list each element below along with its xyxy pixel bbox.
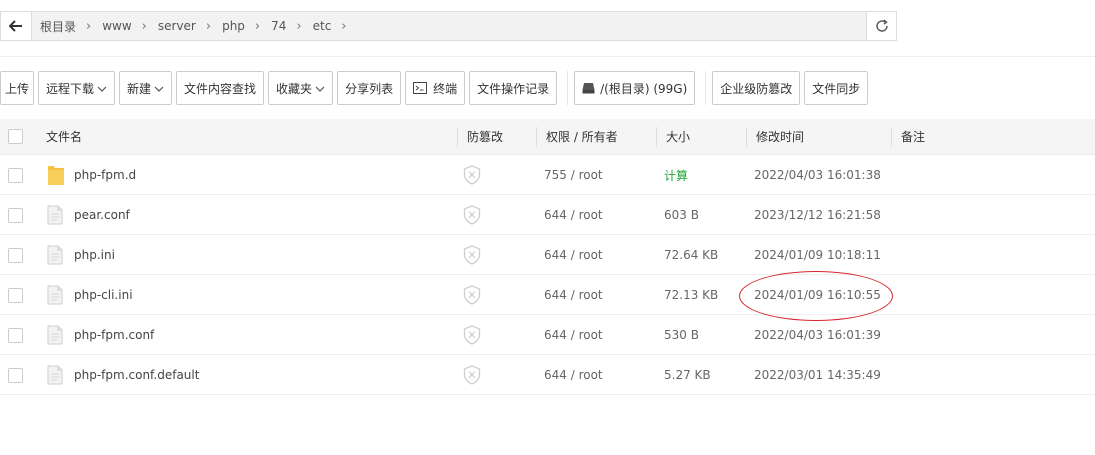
calculate-size-link[interactable]: 计算 bbox=[664, 155, 688, 195]
file-sync-button[interactable]: 文件同步 bbox=[804, 71, 869, 105]
row-checkbox[interactable] bbox=[8, 247, 23, 263]
tamper-shield-icon[interactable] bbox=[463, 195, 481, 235]
file-icon bbox=[47, 275, 63, 315]
breadcrumb-php[interactable]: php › bbox=[222, 19, 271, 34]
breadcrumb-74[interactable]: 74 › bbox=[271, 19, 312, 34]
terminal-button[interactable]: 终端 bbox=[405, 71, 466, 105]
header-note: 备注 bbox=[901, 130, 926, 144]
row-checkbox[interactable] bbox=[8, 167, 23, 183]
file-size: 530 B bbox=[664, 328, 699, 342]
disk-button[interactable]: /(根目录) (99G) bbox=[574, 71, 696, 105]
content-search-button[interactable]: 文件内容查找 bbox=[176, 71, 265, 105]
header-mtime[interactable]: 修改时间 bbox=[756, 119, 804, 154]
row-checkbox[interactable] bbox=[8, 287, 23, 303]
modified-time: 2024/01/09 16:10:55 bbox=[754, 288, 881, 302]
table-header: 文件名 防篡改 权限 / 所有者 大小 修改时间 备注 bbox=[0, 119, 1095, 155]
terminal-icon bbox=[413, 82, 428, 94]
table-row[interactable]: pear.conf 644 / root 603 B 2023/12/12 16:21… bbox=[0, 195, 1095, 235]
table-row[interactable]: php-cli.ini 644 / root 72.13 KB 2024/01/09 … bbox=[0, 275, 1095, 315]
tamper-shield-icon[interactable] bbox=[463, 235, 481, 275]
back-button[interactable] bbox=[0, 11, 31, 41]
toolbar-divider bbox=[567, 71, 569, 105]
file-size: 72.64 KB bbox=[664, 248, 719, 262]
file-name[interactable]: pear.conf bbox=[74, 195, 130, 235]
arrow-left-icon bbox=[9, 20, 22, 32]
file-icon bbox=[47, 315, 63, 355]
chevron-right-icon: › bbox=[141, 18, 147, 34]
breadcrumb-root[interactable]: 根目录 › bbox=[40, 18, 102, 35]
row-checkbox[interactable] bbox=[8, 207, 23, 223]
table-row[interactable]: php-fpm.conf 644 / root 530 B 2022/04/03 16… bbox=[0, 315, 1095, 355]
toolbar: 上传 远程下载 新建 文件内容查找 收藏夹 分享列表 终端 文件操作记录 /(根… bbox=[0, 71, 872, 105]
modified-time: 2024/01/09 10:18:11 bbox=[754, 248, 881, 262]
header-permission[interactable]: 权限 / 所有者 bbox=[546, 119, 618, 154]
header-divider bbox=[891, 127, 892, 147]
header-name[interactable]: 文件名 bbox=[46, 119, 82, 154]
new-button[interactable]: 新建 bbox=[119, 71, 173, 105]
header-size[interactable]: 大小 bbox=[666, 119, 690, 154]
table-row[interactable]: php-fpm.d 755 / root 计算 2022/04/03 16:01:38 bbox=[0, 155, 1095, 195]
file-name[interactable]: php-fpm.d bbox=[74, 155, 136, 195]
file-name[interactable]: php-fpm.conf.default bbox=[74, 355, 199, 395]
file-size: 72.13 KB bbox=[664, 288, 719, 302]
chevron-down-icon bbox=[97, 81, 107, 95]
share-list-button[interactable]: 分享列表 bbox=[337, 71, 402, 105]
file-icon bbox=[47, 235, 63, 275]
disk-icon bbox=[582, 83, 595, 94]
remote-download-button[interactable]: 远程下载 bbox=[38, 71, 116, 105]
permission-owner[interactable]: 644 / root bbox=[544, 315, 603, 355]
table-row[interactable]: php-fpm.conf.default 644 / root 5.27 KB 202… bbox=[0, 355, 1095, 395]
breadcrumb-etc[interactable]: etc › bbox=[313, 19, 358, 34]
refresh-button[interactable] bbox=[867, 11, 897, 41]
chevron-right-icon: › bbox=[254, 18, 261, 34]
modified-time: 2023/12/12 16:21:58 bbox=[754, 208, 881, 222]
file-icon bbox=[47, 195, 63, 235]
permission-owner[interactable]: 644 / root bbox=[544, 275, 603, 315]
chevron-down-icon bbox=[315, 81, 325, 95]
row-checkbox[interactable] bbox=[8, 327, 23, 343]
modified-time: 2022/04/03 16:01:39 bbox=[754, 328, 881, 342]
select-all-checkbox[interactable] bbox=[8, 129, 23, 144]
chevron-down-icon bbox=[154, 81, 164, 95]
tamper-shield-icon[interactable] bbox=[463, 155, 481, 195]
file-icon bbox=[47, 355, 63, 395]
divider bbox=[0, 56, 1095, 57]
header-divider bbox=[656, 127, 657, 147]
header-divider bbox=[457, 127, 458, 147]
modified-time: 2022/03/01 14:35:49 bbox=[754, 368, 881, 382]
header-divider bbox=[536, 127, 537, 147]
file-size: 603 B bbox=[664, 208, 699, 222]
table-row[interactable]: php.ini 644 / root 72.64 KB 2024/01/09 10:1… bbox=[0, 235, 1095, 275]
breadcrumb: 根目录 › www › server › php › 74 › etc › bbox=[31, 11, 867, 41]
permission-owner[interactable]: 755 / root bbox=[544, 155, 603, 195]
path-bar: 根目录 › www › server › php › 74 › etc › bbox=[0, 11, 897, 41]
tamper-shield-icon[interactable] bbox=[463, 355, 481, 395]
upload-button[interactable]: 上传 bbox=[0, 71, 34, 105]
chevron-right-icon: › bbox=[86, 18, 92, 34]
chevron-right-icon: › bbox=[296, 18, 302, 34]
chevron-right-icon: › bbox=[341, 18, 347, 34]
favorites-button[interactable]: 收藏夹 bbox=[268, 71, 334, 105]
header-tamper: 防篡改 bbox=[467, 130, 504, 144]
tamper-shield-icon[interactable] bbox=[463, 275, 481, 315]
file-size: 5.27 KB bbox=[664, 368, 711, 382]
tamper-shield-icon[interactable] bbox=[463, 315, 481, 355]
refresh-icon bbox=[875, 19, 888, 32]
permission-owner[interactable]: 644 / root bbox=[544, 195, 603, 235]
chevron-right-icon: › bbox=[205, 18, 212, 34]
permission-owner[interactable]: 644 / root bbox=[544, 355, 603, 395]
header-divider bbox=[746, 127, 747, 147]
file-name[interactable]: php-fpm.conf bbox=[74, 315, 154, 355]
operation-log-button[interactable]: 文件操作记录 bbox=[469, 71, 558, 105]
modified-time: 2022/04/03 16:01:38 bbox=[754, 168, 881, 182]
enterprise-tamper-button[interactable]: 企业级防篡改 bbox=[712, 71, 801, 105]
permission-owner[interactable]: 644 / root bbox=[544, 235, 603, 275]
toolbar-divider bbox=[705, 71, 707, 105]
file-name[interactable]: php.ini bbox=[74, 235, 115, 275]
file-name[interactable]: php-cli.ini bbox=[74, 275, 133, 315]
breadcrumb-server[interactable]: server › bbox=[158, 19, 222, 34]
folder-icon bbox=[47, 155, 65, 195]
row-checkbox[interactable] bbox=[8, 367, 23, 383]
breadcrumb-www[interactable]: www › bbox=[102, 19, 158, 34]
